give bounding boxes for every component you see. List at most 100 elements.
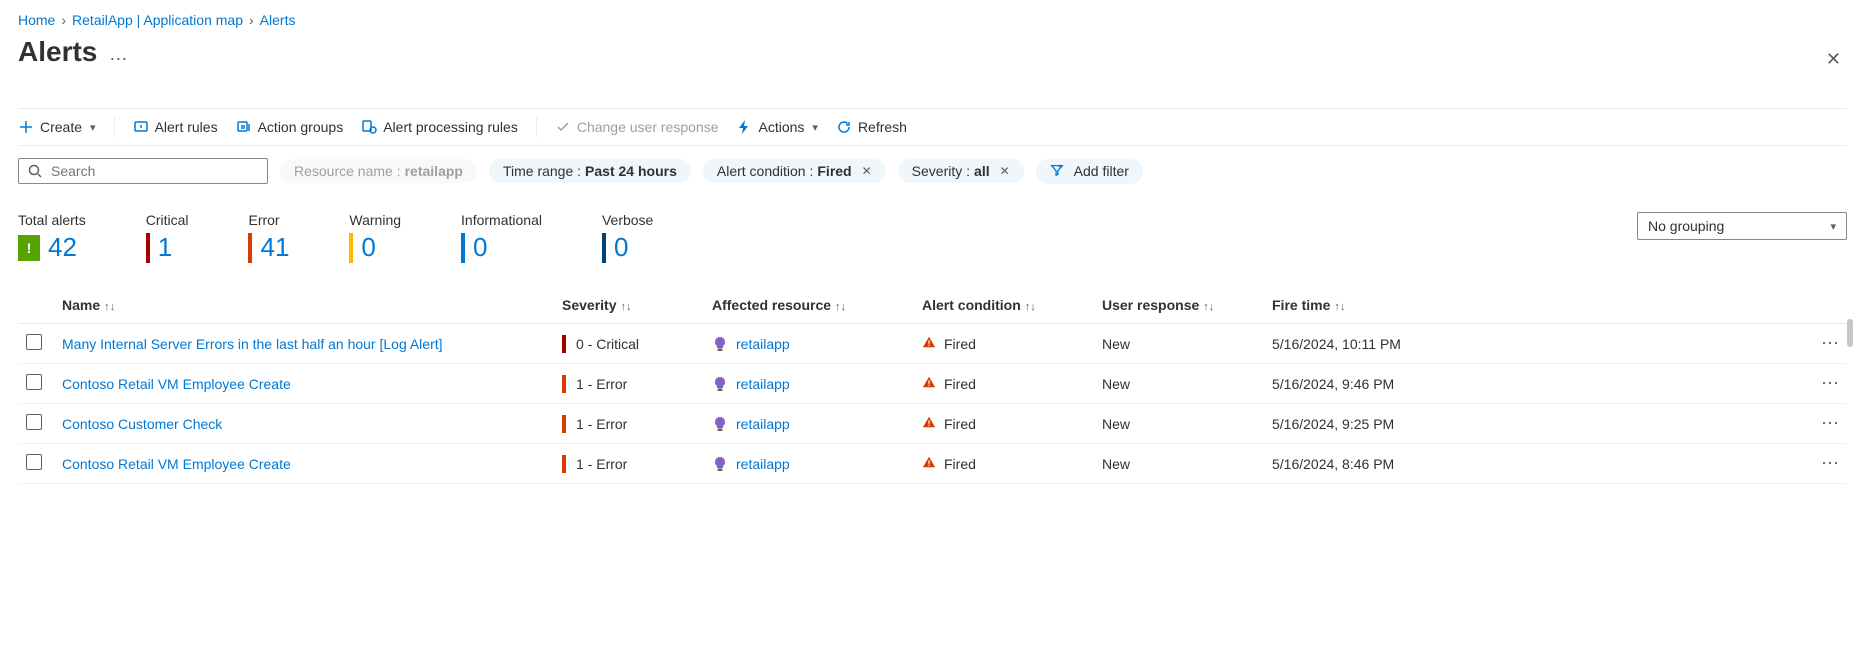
action-groups-button[interactable]: Action groups xyxy=(236,119,344,135)
severity-text: 1 - Error xyxy=(576,456,627,472)
search-field[interactable] xyxy=(49,162,259,180)
severity-text: 1 - Error xyxy=(576,416,627,432)
alert-name-link[interactable]: Contoso Customer Check xyxy=(62,416,222,432)
insights-icon xyxy=(712,336,728,352)
breadcrumb-home[interactable]: Home xyxy=(18,12,55,28)
filter-cond-remove-icon[interactable]: ✕ xyxy=(862,164,872,178)
card-verbose-label: Verbose xyxy=(602,212,653,228)
resource-link[interactable]: retailapp xyxy=(736,416,790,432)
card-total-label: Total alerts xyxy=(18,212,86,228)
toolbar-separator xyxy=(536,117,537,137)
resource-link[interactable]: retailapp xyxy=(736,376,790,392)
row-checkbox[interactable] xyxy=(26,374,42,390)
processing-rules-button[interactable]: Alert processing rules xyxy=(361,119,518,135)
filter-severity-value: all xyxy=(974,163,990,179)
card-error-label: Error xyxy=(248,212,289,228)
row-more-icon[interactable]: ⋯ xyxy=(1807,364,1847,404)
filter-time-range[interactable]: Time range : Past 24 hours xyxy=(489,159,691,183)
actions-button[interactable]: Actions ▾ xyxy=(736,119,817,135)
filter-time-value: Past 24 hours xyxy=(585,163,677,179)
add-filter-icon xyxy=(1050,163,1064,180)
row-checkbox[interactable] xyxy=(26,414,42,430)
search-input[interactable] xyxy=(18,158,268,184)
row-checkbox[interactable] xyxy=(26,334,42,350)
col-fire-time[interactable]: Fire time↑↓ xyxy=(1264,287,1807,324)
grouping-select[interactable]: No grouping ▾ xyxy=(1637,212,1847,240)
lightning-icon xyxy=(736,119,752,135)
card-verbose[interactable]: Verbose 0 xyxy=(602,212,653,263)
alert-name-link[interactable]: Contoso Retail VM Employee Create xyxy=(62,376,291,392)
severity-text: 0 - Critical xyxy=(576,336,639,352)
severity-bar-icon xyxy=(461,233,465,263)
filter-resource-label: Resource name : xyxy=(294,163,401,179)
fire-time-text: 5/16/2024, 9:46 PM xyxy=(1272,376,1394,392)
row-more-icon[interactable]: ⋯ xyxy=(1807,324,1847,364)
card-warning-label: Warning xyxy=(349,212,401,228)
warning-triangle-icon xyxy=(922,455,936,472)
card-warning[interactable]: Warning 0 xyxy=(349,212,401,263)
severity-bar-icon xyxy=(602,233,606,263)
alert-name-link[interactable]: Many Internal Server Errors in the last … xyxy=(62,336,443,352)
alert-rules-button[interactable]: Alert rules xyxy=(133,119,218,135)
card-error-value: 41 xyxy=(260,232,289,263)
fire-time-text: 5/16/2024, 8:46 PM xyxy=(1272,456,1394,472)
processing-rules-label: Alert processing rules xyxy=(383,119,518,135)
refresh-button[interactable]: Refresh xyxy=(836,119,907,135)
add-filter-button[interactable]: Add filter xyxy=(1036,159,1143,184)
resource-link[interactable]: retailapp xyxy=(736,336,790,352)
close-icon[interactable]: ✕ xyxy=(1820,43,1847,76)
col-response[interactable]: User response↑↓ xyxy=(1094,287,1264,324)
resource-link[interactable]: retailapp xyxy=(736,456,790,472)
card-error[interactable]: Error 41 xyxy=(248,212,289,263)
sort-icon: ↑↓ xyxy=(104,301,115,313)
create-label: Create xyxy=(40,119,82,135)
col-resource[interactable]: Affected resource↑↓ xyxy=(704,287,914,324)
severity-bar-icon xyxy=(248,233,252,263)
summary-cards: Total alerts 42 Critical 1 Error 41 Warn… xyxy=(18,212,653,263)
filter-resource-value: retailapp xyxy=(405,163,463,179)
condition-text: Fired xyxy=(944,456,976,472)
card-informational[interactable]: Informational 0 xyxy=(461,212,542,263)
action-groups-label: Action groups xyxy=(258,119,344,135)
search-icon xyxy=(27,163,43,179)
card-total-alerts[interactable]: Total alerts 42 xyxy=(18,212,86,263)
col-name[interactable]: Name↑↓ xyxy=(54,287,554,324)
col-severity[interactable]: Severity↑↓ xyxy=(554,287,704,324)
chevron-down-icon: ▾ xyxy=(812,121,818,134)
title-more-icon[interactable]: ⋯ xyxy=(109,49,127,70)
col-condition[interactable]: Alert condition↑↓ xyxy=(914,287,1094,324)
breadcrumb-alerts[interactable]: Alerts xyxy=(260,12,296,28)
change-user-response-button: Change user response xyxy=(555,119,719,135)
filter-alert-condition[interactable]: Alert condition : Fired ✕ xyxy=(703,159,886,183)
refresh-icon xyxy=(836,119,852,135)
filter-severity[interactable]: Severity : all ✕ xyxy=(898,159,1024,183)
condition-text: Fired xyxy=(944,376,976,392)
alert-badge-icon xyxy=(18,235,40,261)
user-response-text: New xyxy=(1102,336,1130,352)
breadcrumb-sep: › xyxy=(61,12,66,28)
breadcrumb-appmap[interactable]: RetailApp | Application map xyxy=(72,12,243,28)
alert-name-link[interactable]: Contoso Retail VM Employee Create xyxy=(62,456,291,472)
scrollbar-thumb[interactable] xyxy=(1847,319,1853,347)
row-checkbox[interactable] xyxy=(26,454,42,470)
filter-severity-label: Severity : xyxy=(912,163,970,179)
sort-icon: ↑↓ xyxy=(1203,301,1214,313)
filter-cond-label: Alert condition : xyxy=(717,163,814,179)
create-button[interactable]: Create ▾ xyxy=(18,119,96,135)
user-response-text: New xyxy=(1102,376,1130,392)
action-groups-icon xyxy=(236,119,252,135)
filter-severity-remove-icon[interactable]: ✕ xyxy=(1000,164,1010,178)
condition-text: Fired xyxy=(944,416,976,432)
card-critical[interactable]: Critical 1 xyxy=(146,212,189,263)
user-response-text: New xyxy=(1102,456,1130,472)
table-row: Contoso Customer Check 1 - Error retailapp… xyxy=(18,404,1847,444)
warning-triangle-icon xyxy=(922,415,936,432)
severity-bar-icon xyxy=(562,415,566,433)
row-more-icon[interactable]: ⋯ xyxy=(1807,444,1847,484)
row-more-icon[interactable]: ⋯ xyxy=(1807,404,1847,444)
filter-bar: Resource name : retailapp Time range : P… xyxy=(18,158,1847,184)
table-row: Many Internal Server Errors in the last … xyxy=(18,324,1847,364)
severity-bar-icon xyxy=(349,233,353,263)
filter-resource[interactable]: Resource name : retailapp xyxy=(280,159,477,183)
insights-icon xyxy=(712,456,728,472)
